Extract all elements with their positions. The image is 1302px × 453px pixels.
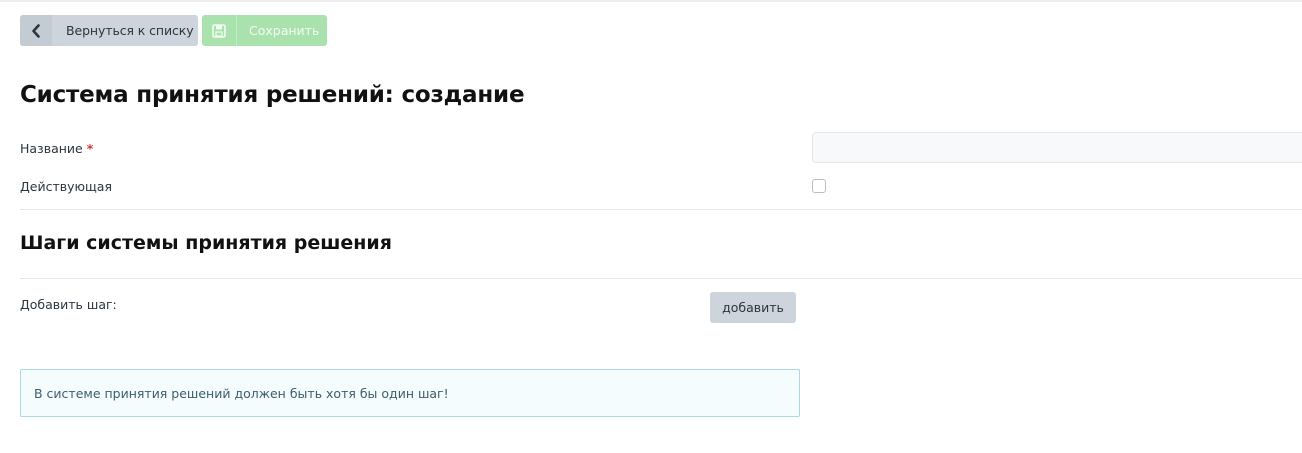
- save-button[interactable]: Сохранить: [202, 15, 327, 46]
- active-field-label: Действующая: [20, 179, 112, 194]
- steps-section-title: Шаги системы принятия решения: [20, 232, 392, 254]
- name-field-label: Название *: [20, 141, 93, 156]
- required-mark: *: [86, 141, 94, 156]
- divider: [20, 209, 1302, 210]
- name-label-text: Название: [20, 141, 83, 156]
- top-border: [0, 0, 1302, 2]
- back-to-list-button[interactable]: Вернуться к списку: [20, 15, 198, 46]
- page-title: Система принятия решений: создание: [20, 82, 525, 108]
- name-input[interactable]: [812, 132, 1302, 163]
- info-alert: В системе принятия решений должен быть х…: [20, 369, 800, 417]
- divider: [20, 278, 1302, 279]
- add-step-button[interactable]: добавить: [710, 292, 796, 323]
- active-checkbox[interactable]: [812, 179, 826, 193]
- chevron-left-icon: [20, 15, 52, 46]
- floppy-disk-icon: [202, 15, 237, 46]
- save-button-label: Сохранить: [249, 23, 320, 38]
- alert-text: В системе принятия решений должен быть х…: [34, 385, 449, 401]
- back-button-label: Вернуться к списку: [66, 23, 194, 38]
- add-step-label: Добавить шаг:: [20, 297, 117, 312]
